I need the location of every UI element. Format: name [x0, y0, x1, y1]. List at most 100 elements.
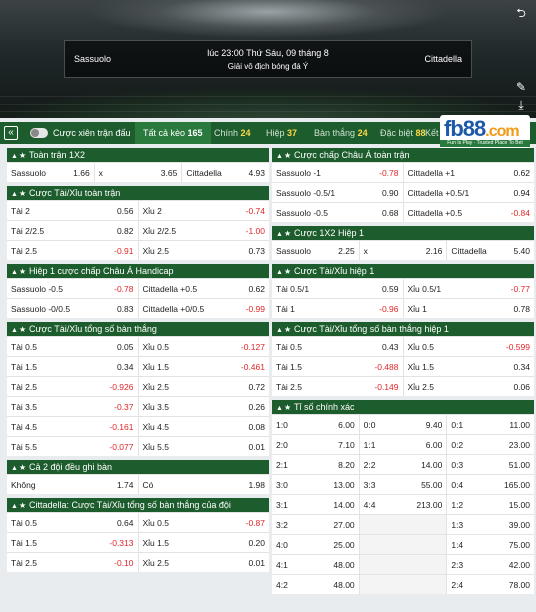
- odds-cell[interactable]: Tài 2.5 -0.926: [7, 377, 138, 396]
- odds-cell[interactable]: Sassuolo -0.5 0.68: [272, 203, 403, 222]
- odds-cell[interactable]: Tài 3.5 -0.37: [7, 397, 138, 416]
- odds-cell[interactable]: Tài 2/2.5 0.82: [7, 221, 138, 240]
- odds-cell[interactable]: 4:4 213.00: [358, 495, 447, 514]
- odds-cell[interactable]: 0:4 165.00: [446, 475, 534, 494]
- collapse-caret-icon[interactable]: ▲: [276, 402, 284, 414]
- odds-cell[interactable]: 3:2 27.00: [272, 515, 359, 534]
- favorite-star-icon[interactable]: ★: [284, 227, 294, 240]
- odds-cell[interactable]: Xỉu 2.5 0.06: [402, 377, 535, 396]
- odds-cell[interactable]: Tài 1.5 0.34: [7, 357, 138, 376]
- odds-cell[interactable]: Tài 1.5 -0.313: [7, 533, 138, 552]
- odds-cell[interactable]: Tài 1.5 -0.488: [272, 357, 403, 376]
- odds-cell[interactable]: 0:3 51.00: [446, 455, 534, 474]
- odds-cell[interactable]: Xỉu 2 -0.74: [137, 201, 270, 220]
- odds-cell[interactable]: Tài 1 -0.96: [272, 299, 403, 318]
- odds-cell[interactable]: Xỉu 2.5 0.01: [137, 553, 270, 572]
- odds-cell[interactable]: Tài 4.5 -0.161: [7, 417, 138, 436]
- favorite-star-icon[interactable]: ★: [19, 461, 29, 474]
- odds-cell[interactable]: Không 1.74: [7, 475, 138, 494]
- odds-cell[interactable]: Xỉu 2/2.5 -1.00: [137, 221, 270, 240]
- collapse-caret-icon[interactable]: ▲: [11, 462, 19, 474]
- odds-cell[interactable]: Sassuolo -1 -0.78: [272, 163, 403, 182]
- favorite-star-icon[interactable]: ★: [19, 265, 29, 278]
- collapse-caret-icon[interactable]: ▲: [276, 266, 284, 278]
- odds-cell[interactable]: 0:0 9.40: [358, 415, 447, 434]
- odds-cell[interactable]: Sassuolo -0.5/1 0.90: [272, 183, 403, 202]
- odds-cell[interactable]: Cittadella 5.40: [446, 241, 534, 260]
- odds-cell[interactable]: 2:3 42.00: [446, 555, 534, 574]
- odds-cell[interactable]: Tài 2 0.56: [7, 201, 138, 220]
- odds-cell[interactable]: 2:0 7.10: [272, 435, 359, 454]
- odds-cell[interactable]: 0:1 11.00: [446, 415, 534, 434]
- odds-cell[interactable]: 1:2 15.00: [446, 495, 534, 514]
- tab-main[interactable]: Chính 24: [214, 128, 251, 138]
- odds-cell[interactable]: Xỉu 2.5 0.72: [137, 377, 270, 396]
- download-icon[interactable]: ⤓: [512, 96, 530, 114]
- favorite-star-icon[interactable]: ★: [19, 499, 29, 512]
- odds-cell[interactable]: Tài 0.5/1 0.59: [272, 279, 403, 298]
- odds-cell[interactable]: x 2.16: [358, 241, 447, 260]
- collapse-caret-icon[interactable]: ▲: [11, 150, 19, 162]
- collapse-all-button[interactable]: «: [4, 126, 18, 140]
- odds-cell[interactable]: Xỉu 0.5 -0.599: [402, 337, 535, 356]
- odds-cell[interactable]: Tài 0.5 0.64: [7, 513, 138, 532]
- odds-cell[interactable]: 3:3 55.00: [358, 475, 447, 494]
- market-panel-header[interactable]: ▲★ Cược chấp Châu Á toàn trận: [272, 148, 534, 162]
- favorite-star-icon[interactable]: ★: [284, 265, 294, 278]
- odds-cell[interactable]: 3:1 14.00: [272, 495, 359, 514]
- odds-cell[interactable]: Tài 2.5 -0.10: [7, 553, 138, 572]
- odds-cell[interactable]: Xỉu 0.5 -0.87: [137, 513, 270, 532]
- tab-all[interactable]: Tất cả kèo 165: [135, 122, 211, 144]
- odds-cell[interactable]: Tài 0.5 0.43: [272, 337, 403, 356]
- odds-cell[interactable]: 1:4 75.00: [446, 535, 534, 554]
- market-panel-header[interactable]: ▲★ Hiệp 1 cược chấp Châu Á Handicap: [7, 264, 269, 278]
- odds-cell[interactable]: Xỉu 4.5 0.08: [137, 417, 270, 436]
- odds-cell[interactable]: 2:2 14.00: [358, 455, 447, 474]
- odds-cell[interactable]: Cittadella 4.93: [181, 163, 269, 182]
- odds-cell[interactable]: Tài 0.5 0.05: [7, 337, 138, 356]
- collapse-caret-icon[interactable]: ▲: [276, 228, 284, 240]
- market-panel-header[interactable]: ▲★ Tỉ số chính xác: [272, 400, 534, 414]
- parlay-toggle[interactable]: [30, 128, 48, 138]
- odds-cell[interactable]: 3:0 13.00: [272, 475, 359, 494]
- odds-cell[interactable]: Sassuolo 2.25: [272, 241, 359, 260]
- odds-cell[interactable]: Xỉu 1.5 -0.461: [137, 357, 270, 376]
- market-panel-header[interactable]: ▲★ Cược 1X2 Hiệp 1: [272, 226, 534, 240]
- odds-cell[interactable]: 4:2 48.00: [272, 575, 359, 594]
- odds-cell[interactable]: Xỉu 1 0.78: [402, 299, 535, 318]
- market-panel-header[interactable]: ▲★ Cược Tài/Xỉu tổng số bàn thắng hiệp 1: [272, 322, 534, 336]
- odds-cell[interactable]: Xỉu 0.5/1 -0.77: [402, 279, 535, 298]
- odds-cell[interactable]: 1:3 39.00: [446, 515, 534, 534]
- odds-cell[interactable]: 4:1 48.00: [272, 555, 359, 574]
- odds-cell[interactable]: Tài 2.5 -0.149: [272, 377, 403, 396]
- odds-cell[interactable]: 0:2 23.00: [446, 435, 534, 454]
- odds-cell[interactable]: Sassuolo 1.66: [7, 163, 94, 182]
- odds-cell[interactable]: 1:1 6.00: [358, 435, 447, 454]
- favorite-star-icon[interactable]: ★: [284, 149, 294, 162]
- odds-cell[interactable]: 4:0 25.00: [272, 535, 359, 554]
- market-panel-header[interactable]: ▲★ Toàn trận 1X2: [7, 148, 269, 162]
- odds-cell[interactable]: Sassuolo -0.5 -0.78: [7, 279, 138, 298]
- pin-icon[interactable]: ✎: [512, 78, 530, 96]
- favorite-star-icon[interactable]: ★: [19, 187, 29, 200]
- odds-cell[interactable]: Có 1.98: [137, 475, 270, 494]
- back-icon[interactable]: ⮌: [512, 4, 530, 22]
- tab-special[interactable]: Đặc biệt 88: [380, 128, 426, 138]
- odds-cell[interactable]: Xỉu 2.5 0.73: [137, 241, 270, 260]
- odds-cell[interactable]: Cittadella +0.5 -0.84: [402, 203, 535, 222]
- odds-cell[interactable]: Cittadella +1 0.62: [402, 163, 535, 182]
- collapse-caret-icon[interactable]: ▲: [11, 266, 19, 278]
- favorite-star-icon[interactable]: ★: [19, 149, 29, 162]
- odds-cell[interactable]: Xỉu 5.5 0.01: [137, 437, 270, 456]
- odds-cell[interactable]: Xỉu 3.5 0.26: [137, 397, 270, 416]
- odds-cell[interactable]: 1:0 6.00: [272, 415, 359, 434]
- collapse-caret-icon[interactable]: ▲: [11, 324, 19, 336]
- collapse-caret-icon[interactable]: ▲: [11, 500, 19, 512]
- market-panel-header[interactable]: ▲★ Cược Tài/Xỉu hiệp 1: [272, 264, 534, 278]
- favorite-star-icon[interactable]: ★: [284, 323, 294, 336]
- favorite-star-icon[interactable]: ★: [19, 323, 29, 336]
- odds-cell[interactable]: x 3.65: [93, 163, 182, 182]
- tab-goals[interactable]: Bàn thắng 24: [314, 128, 368, 138]
- favorite-star-icon[interactable]: ★: [284, 401, 294, 414]
- odds-cell[interactable]: Xỉu 1.5 0.20: [137, 533, 270, 552]
